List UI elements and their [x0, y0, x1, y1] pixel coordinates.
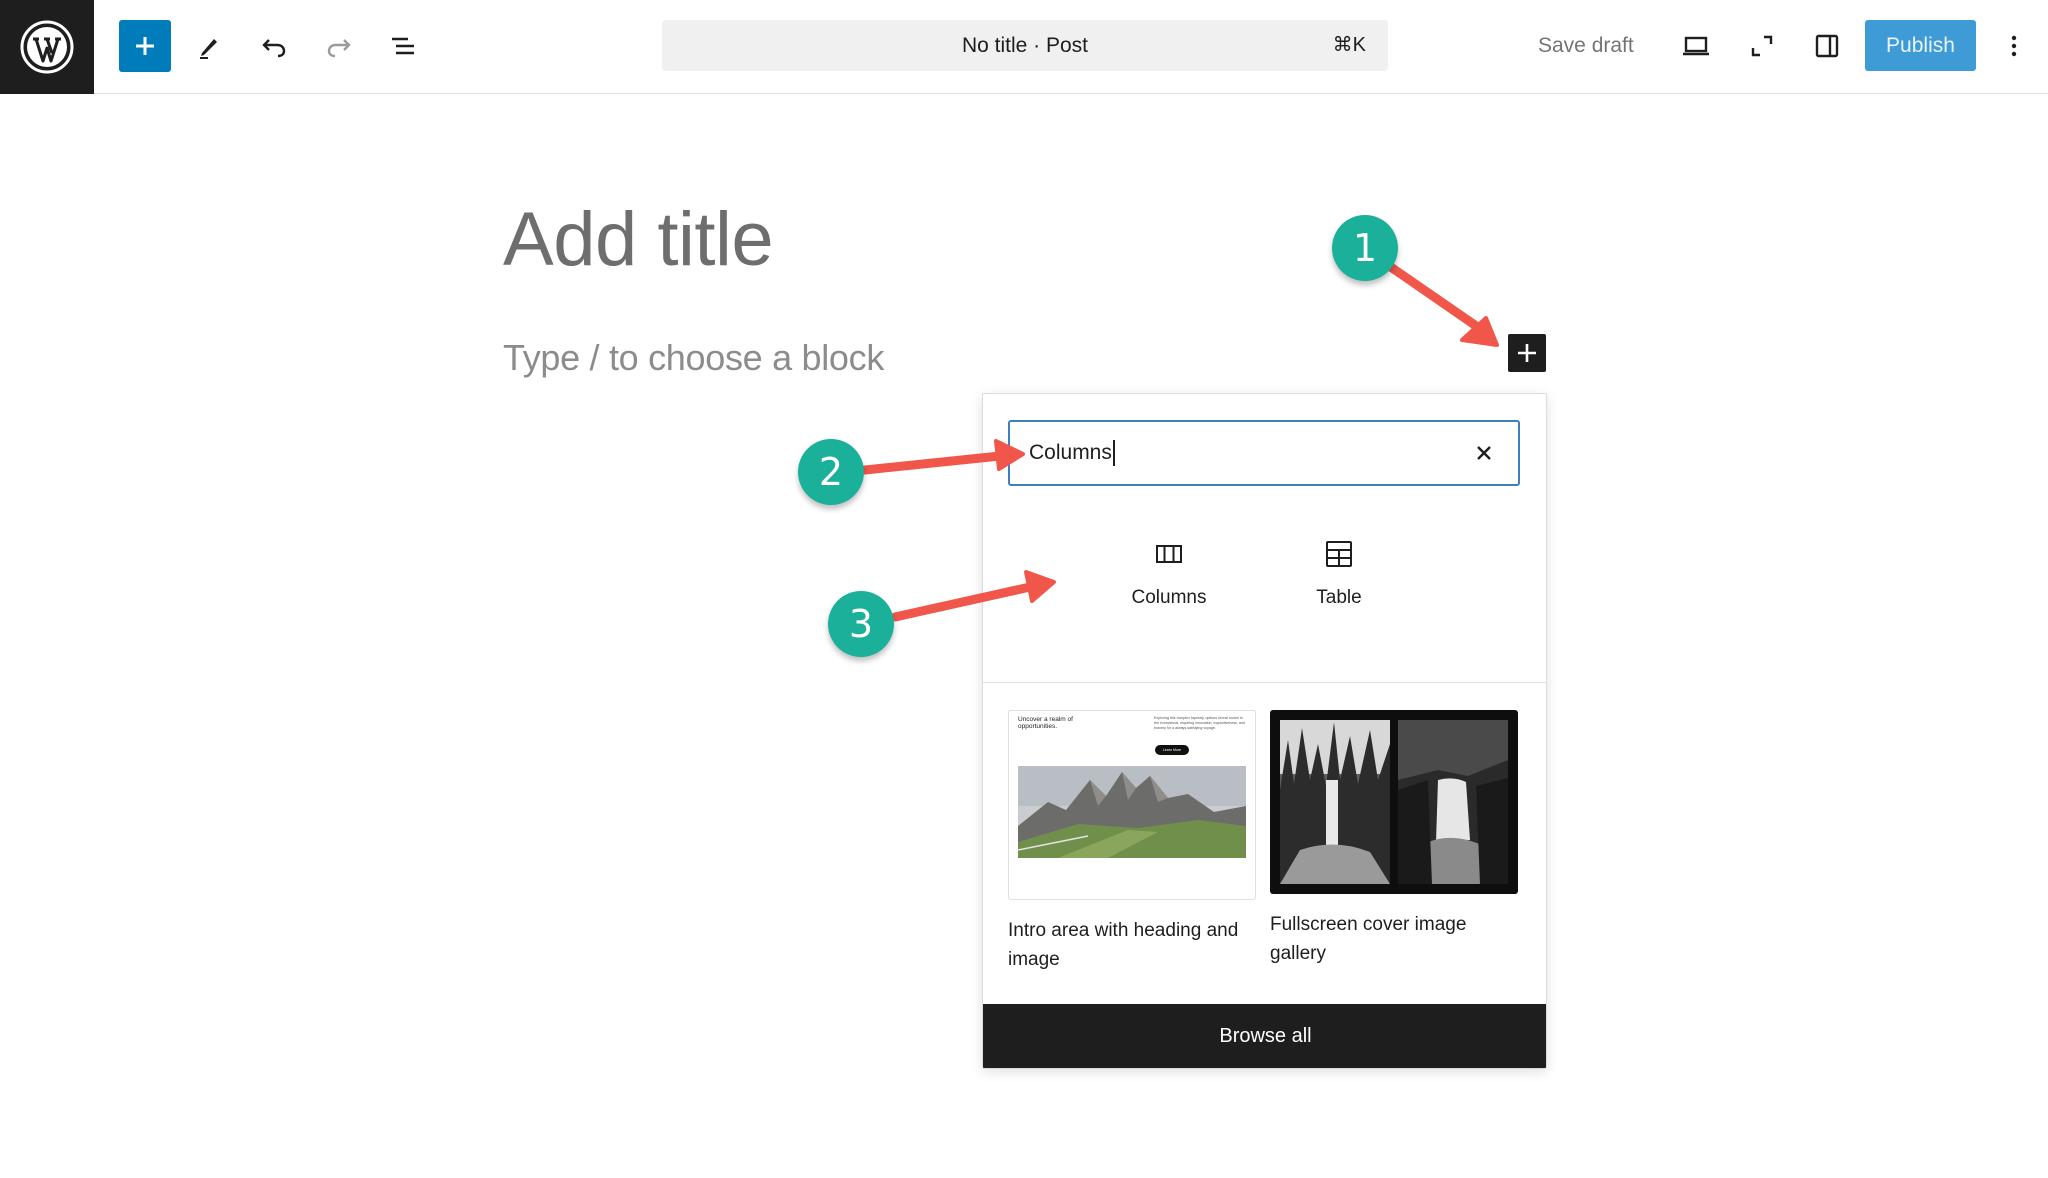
publish-button[interactable]: Publish	[1865, 20, 1976, 71]
plus-icon	[1518, 344, 1536, 362]
pattern-intro-heading-image[interactable]: Uncover a realm of opportunities. Explor…	[1008, 710, 1256, 974]
options-button[interactable]	[1988, 20, 2040, 72]
fullscreen-button[interactable]	[1736, 20, 1788, 72]
desktop-icon	[1683, 36, 1709, 56]
more-vertical-icon	[2011, 35, 2017, 57]
preview-button[interactable]	[1670, 20, 1722, 72]
document-title: No title · Post	[961, 33, 1089, 57]
waterfall-image	[1280, 720, 1390, 884]
block-search-input[interactable]: Columns	[1008, 420, 1520, 486]
document-overview-button[interactable]	[377, 20, 429, 72]
command-shortcut: ⌘K	[1332, 34, 1366, 56]
document-title-bar[interactable]: No title · Post ⌘K	[662, 20, 1388, 71]
redo-icon	[327, 39, 351, 58]
search-value: Columns	[1029, 441, 1112, 464]
preview-heading: Uncover a realm of opportunities.	[1018, 716, 1073, 730]
waterfall-image	[1398, 720, 1508, 884]
pencil-icon	[200, 39, 217, 59]
preview-button: Learn More	[1155, 745, 1189, 755]
browse-all-button[interactable]: Browse all	[983, 1004, 1546, 1068]
callout-badge: 1	[1332, 215, 1398, 281]
undo-icon	[262, 39, 286, 58]
mountain-image	[1018, 766, 1246, 858]
callout-badge: 2	[798, 439, 864, 505]
block-appender[interactable]: Type / to choose a block	[503, 337, 884, 379]
close-icon	[1477, 446, 1491, 460]
pattern-caption: Intro area with heading and image	[1008, 920, 1239, 970]
redo-button[interactable]	[313, 20, 365, 72]
pattern-preview	[1270, 710, 1518, 894]
block-inserter-popover: Columns Columns Table Uncover a realm of…	[982, 393, 1547, 1069]
save-draft-button[interactable]: Save draft	[1532, 20, 1640, 72]
list-view-icon	[392, 37, 414, 55]
settings-button[interactable]	[1801, 20, 1853, 72]
pattern-preview: Uncover a realm of opportunities. Explor…	[1008, 710, 1256, 900]
editor-toolbar: No title · Post ⌘K Save draft Publish	[0, 0, 2048, 94]
block-item-label: Table	[1316, 587, 1362, 608]
pattern-fullscreen-gallery[interactable]: Fullscreen cover image gallery	[1270, 710, 1518, 968]
pattern-caption: Fullscreen cover image gallery	[1270, 914, 1467, 964]
block-item-label: Columns	[1131, 587, 1207, 608]
add-block-button[interactable]	[119, 20, 171, 72]
block-item-columns[interactable]: Columns	[1094, 537, 1244, 637]
callout-badge: 3	[828, 591, 894, 657]
table-icon	[1326, 541, 1352, 567]
tools-button[interactable]	[183, 20, 235, 72]
post-title-input[interactable]: Add title	[503, 196, 774, 283]
fullscreen-icon	[1751, 35, 1773, 57]
sidebar-icon	[1815, 34, 1839, 58]
clear-search-button[interactable]	[1468, 437, 1500, 469]
columns-icon	[1156, 545, 1182, 563]
section-divider	[983, 682, 1546, 683]
text-caret	[1112, 440, 1115, 467]
inline-inserter-button[interactable]	[1508, 334, 1546, 372]
undo-button[interactable]	[248, 20, 300, 72]
wordpress-logo-icon[interactable]	[0, 0, 94, 94]
block-item-table[interactable]: Table	[1264, 537, 1414, 637]
preview-text: Exploring this complex tapestry, options…	[1154, 716, 1245, 730]
plus-icon	[136, 37, 154, 55]
